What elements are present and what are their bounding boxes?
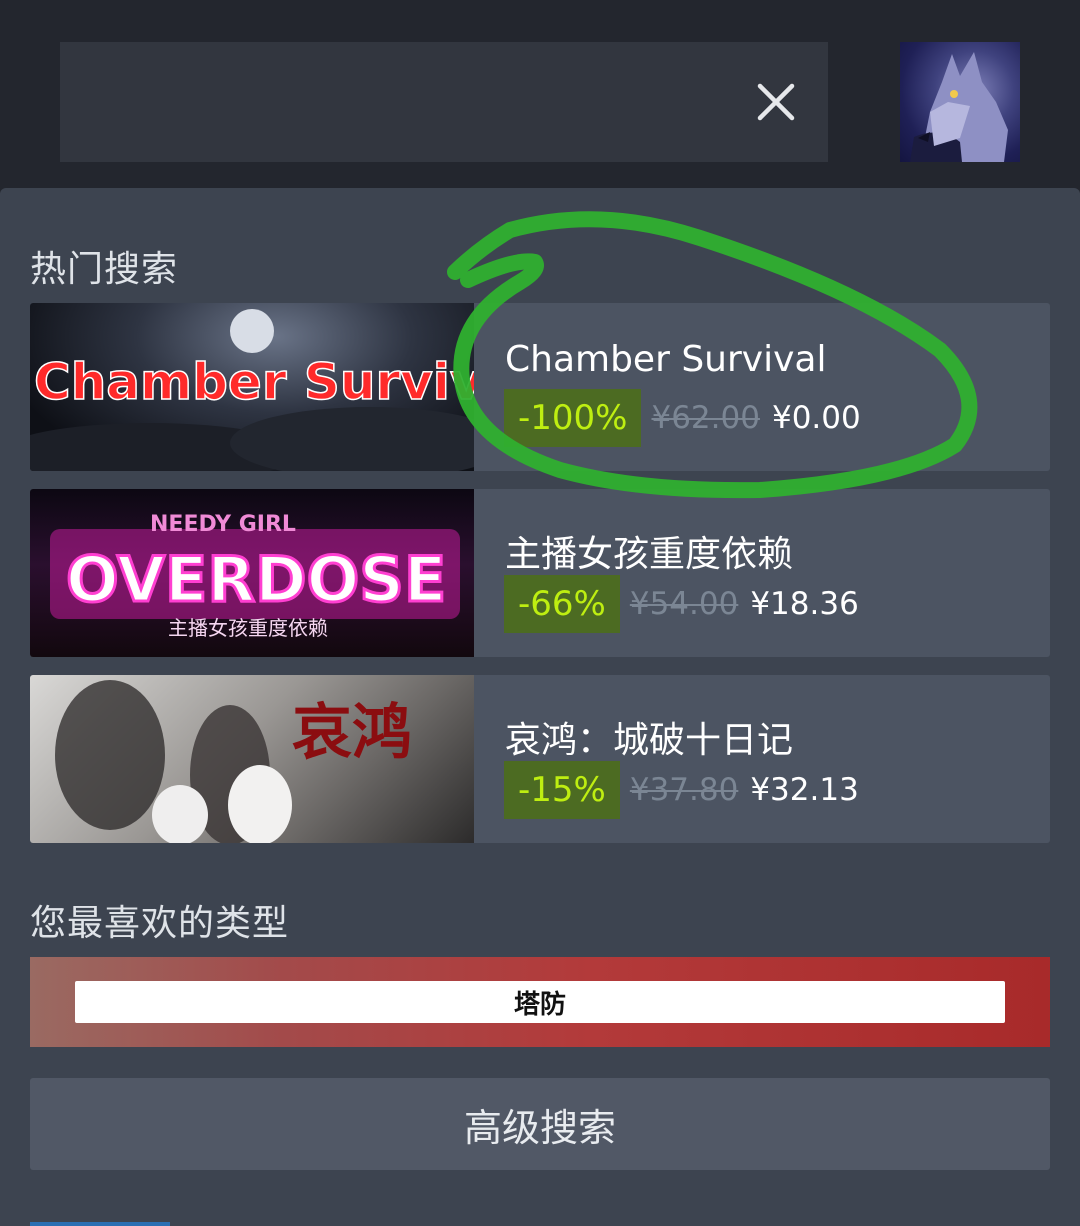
capsule-title-text: OVERDOSE xyxy=(66,543,446,616)
original-price: ¥54.00 xyxy=(629,586,739,622)
game-title: 哀鸿：城破十日记 xyxy=(505,720,794,761)
steam-search-page: 热门搜索 Chamber Survival Chamber Survival -… xyxy=(0,0,1080,1226)
final-price: ¥0.00 xyxy=(771,400,861,436)
game-capsule-image: 哀鸿 xyxy=(30,675,474,843)
game-title: 主播女孩重度依赖 xyxy=(505,534,794,575)
final-price: ¥32.13 xyxy=(750,772,859,808)
price-row: -66% ¥54.00 ¥18.36 xyxy=(504,575,859,633)
discount-badge: -15% xyxy=(504,761,620,819)
game-title: Chamber Survival xyxy=(505,339,827,380)
price-row: -100% ¥62.00 ¥0.00 xyxy=(504,389,861,447)
search-result-item[interactable]: 哀鸿 哀鸿：城破十日记 -15% ¥37.80 ¥32.13 xyxy=(30,675,1050,843)
capsule-subtitle-text: 主播女孩重度依赖 xyxy=(168,616,328,640)
final-price: ¥18.36 xyxy=(750,586,859,622)
top-bar xyxy=(0,0,1080,188)
price-row: -15% ¥37.80 ¥32.13 xyxy=(504,761,859,819)
game-capsule-image: NEEDY GIRL OVERDOSE 主播女孩重度依赖 xyxy=(30,489,474,657)
search-input[interactable] xyxy=(60,42,828,162)
genre-tile[interactable]: 塔防 xyxy=(30,957,1050,1047)
original-price: ¥62.00 xyxy=(651,400,760,436)
bottom-accent-bar xyxy=(30,1222,170,1226)
close-icon[interactable] xyxy=(752,78,800,126)
capsule-top-text: NEEDY GIRL xyxy=(150,512,296,537)
wolf-icon xyxy=(910,52,1008,162)
discount-badge: -100% xyxy=(504,389,642,447)
search-result-item[interactable]: Chamber Survival Chamber Survival -100% … xyxy=(30,303,1050,471)
capsule-title-text: Chamber Survival xyxy=(34,353,474,411)
favorite-genres-title: 您最喜欢的类型 xyxy=(30,903,290,944)
search-dropdown-panel: 热门搜索 Chamber Survival Chamber Survival -… xyxy=(0,188,1080,1226)
game-capsule-image: Chamber Survival xyxy=(30,303,474,471)
genre-label: 塔防 xyxy=(75,981,1005,1023)
search-result-item[interactable]: NEEDY GIRL OVERDOSE 主播女孩重度依赖 主播女孩重度依赖 -6… xyxy=(30,489,1050,657)
popular-searches-title: 热门搜索 xyxy=(30,249,179,290)
discount-badge: -66% xyxy=(504,575,620,633)
original-price: ¥37.80 xyxy=(629,772,739,808)
avatar[interactable] xyxy=(900,42,1020,162)
capsule-title-text: 哀鸿 xyxy=(292,698,412,768)
advanced-search-button[interactable]: 高级搜索 xyxy=(30,1078,1050,1170)
